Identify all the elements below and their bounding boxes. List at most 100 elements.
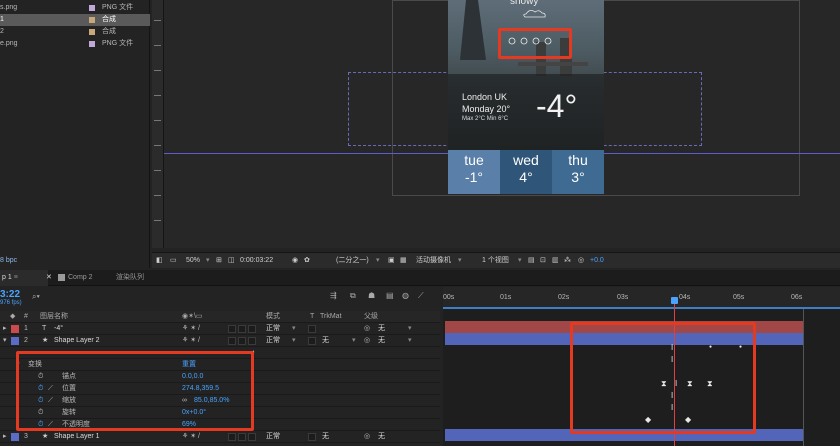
draft-3d-icon[interactable]: ⧉ <box>350 291 356 301</box>
blend-mode-dropdown[interactable]: 正常 <box>266 335 280 347</box>
blend-mode-dropdown[interactable]: 正常 <box>266 431 280 443</box>
switch-box[interactable] <box>248 433 256 441</box>
close-icon[interactable]: ✕ <box>46 270 52 286</box>
motion-blur-icon[interactable]: ◍ <box>402 291 409 300</box>
frame-blending-icon[interactable]: ▤ <box>386 291 394 300</box>
tab-comp-2[interactable]: Comp 2 <box>58 270 93 286</box>
pickwhip-icon[interactable]: ◎ <box>364 431 370 443</box>
chevron-right-icon[interactable]: ▸ <box>3 431 7 443</box>
trkmat-dropdown[interactable]: 无 <box>322 335 329 347</box>
chevron-down-icon[interactable]: ▾ <box>206 253 210 269</box>
label-color-chip[interactable] <box>11 433 19 441</box>
chevron-right-icon[interactable]: ▸ <box>3 323 7 335</box>
forecast-row: tue -1° wed 4° thu 3° <box>448 150 604 194</box>
monitor-icon[interactable]: ▭ <box>170 253 177 269</box>
region-icon[interactable]: ▣ <box>388 253 395 269</box>
exposure-reset-icon[interactable]: ◎ <box>578 253 584 269</box>
preserve-transparency-checkbox[interactable] <box>308 337 316 345</box>
layer-name[interactable]: Shape Layer 2 <box>54 335 100 347</box>
highlight-box <box>498 28 572 59</box>
text-layer-icon: T <box>42 325 47 332</box>
snapshot-icon[interactable]: ◉ <box>292 253 298 269</box>
tab-comp-1[interactable]: p 1 ≡ <box>0 270 48 286</box>
tab-render-queue[interactable]: 渲染队列 <box>116 270 144 286</box>
forecast-day: thu 3° <box>552 150 604 194</box>
grid-icon[interactable]: ⊞ <box>216 253 222 269</box>
timeline-icon[interactable]: ▥ <box>552 253 559 269</box>
layer-switches[interactable]: ⚘ ✶ / <box>182 431 200 443</box>
layer-row[interactable]: ▸ 1 T -4° ⚘ ✶ / 正常 ▾ ◎ 无 ▾ <box>0 323 440 335</box>
chevron-down-icon: ▾ <box>458 257 462 264</box>
switch-box[interactable] <box>228 337 236 345</box>
fast-preview-icon[interactable]: ⊡ <box>540 253 546 269</box>
pickwhip-icon[interactable]: ◎ <box>364 323 370 335</box>
switch-box[interactable] <box>238 433 246 441</box>
mask-icon[interactable]: ◫ <box>228 253 235 269</box>
project-panel: s.png PNG 文件 1 合成 2 合成 e.png PNG 文件 8 bp… <box>0 0 150 268</box>
label-color-chip[interactable] <box>11 325 19 333</box>
camera-dropdown[interactable]: 活动摄像机 <box>416 253 451 269</box>
current-time[interactable]: 3:22 <box>0 289 20 300</box>
layer-switches[interactable]: ⚘ ✶ / <box>182 323 200 335</box>
parent-dropdown[interactable]: 无 <box>378 323 385 335</box>
label-color-chip[interactable] <box>11 337 19 345</box>
shy-layers-icon[interactable]: ☗ <box>368 291 375 300</box>
layer-row[interactable]: ▾ 2 ★ Shape Layer 2 ⚘ ✶ / 正常 ▾ 无 ▾ ◎ 无 ▾ <box>0 335 440 347</box>
switch-box[interactable] <box>248 325 256 333</box>
zoom-dropdown[interactable]: 50% <box>186 253 200 269</box>
forecast-day: tue -1° <box>448 150 500 194</box>
time-ruler[interactable]: 00s 01s 02s 03s 04s 05s 06s <box>443 287 840 309</box>
playhead-handle[interactable] <box>671 297 678 304</box>
date-label: Monday 20° <box>462 104 511 114</box>
column-layer-name[interactable]: 图层名称 <box>40 311 68 323</box>
switch-box[interactable] <box>238 325 246 333</box>
switch-box[interactable] <box>228 325 236 333</box>
bit-depth-button[interactable]: 8 bpc <box>0 257 17 264</box>
column-mode: 模式 <box>266 313 280 320</box>
layer-name[interactable]: Shape Layer 1 <box>54 431 100 443</box>
preserve-transparency-checkbox[interactable] <box>308 325 316 333</box>
forecast-day: wed 4° <box>500 150 552 194</box>
label-color-chip <box>89 41 95 47</box>
chevron-down-icon[interactable]: ▾ <box>3 335 7 347</box>
layer-row[interactable]: ▸ 3 ★ Shape Layer 1 ⚘ ✶ / 正常 无 ◎ 无 <box>0 431 440 443</box>
blend-mode-dropdown[interactable]: 正常 <box>266 323 280 335</box>
layer-switches[interactable]: ⚘ ✶ / <box>182 335 200 347</box>
layout-icon[interactable]: ▤ <box>528 253 535 269</box>
search-input[interactable]: ⌕▾ <box>32 292 72 302</box>
pickwhip-icon[interactable]: ◎ <box>364 335 370 347</box>
project-item[interactable]: 1 合成 <box>0 14 150 26</box>
transparency-grid-icon[interactable]: ▦ <box>400 253 407 269</box>
graph-editor-icon[interactable]: ⟋ <box>418 291 424 301</box>
flowchart-icon[interactable]: ⁂ <box>564 253 571 269</box>
viewer-toolbar: ◧ ▭ 50% ▾ ⊞ ◫ 0:00:03:22 ◉ ✿ (二分之一) ▾ ▣ … <box>152 252 840 268</box>
city-photo: snowy London UK Monday 20° Max 2°C Min 6… <box>448 0 604 150</box>
timeline-tracks[interactable]: 00s 01s 02s 03s 04s 05s 06s I ● ● I ⧗ I … <box>443 287 840 446</box>
layer-name[interactable]: -4° <box>54 323 63 335</box>
project-item[interactable]: s.png PNG 文件 <box>0 2 150 14</box>
composition-mini-flowchart-icon[interactable]: ⇶ <box>330 291 337 300</box>
label-color-chip <box>89 29 95 35</box>
minmax-label: Max 2°C Min 6°C <box>462 116 509 122</box>
column-parent: 父级 <box>364 313 378 320</box>
exposure-value[interactable]: +0.0 <box>590 253 604 269</box>
cloud-icon <box>523 10 546 18</box>
always-preview-icon[interactable]: ◧ <box>156 253 163 269</box>
switch-box[interactable] <box>248 337 256 345</box>
parent-dropdown[interactable]: 无 <box>378 431 385 443</box>
trkmat-dropdown[interactable]: 无 <box>322 431 329 443</box>
resolution-dropdown[interactable]: (二分之一) <box>336 253 369 269</box>
project-item[interactable]: e.png PNG 文件 <box>0 38 150 50</box>
switch-box[interactable] <box>228 433 236 441</box>
project-item[interactable]: 2 合成 <box>0 26 150 38</box>
chevron-down-icon: ▾ <box>408 337 412 344</box>
switch-box[interactable] <box>238 337 246 345</box>
timecode-display[interactable]: 0:00:03:22 <box>240 253 273 269</box>
frame-rate-label: 976 fps) <box>0 300 22 306</box>
preserve-transparency-checkbox[interactable] <box>308 433 316 441</box>
column-trkmat: TrkMat <box>320 313 342 320</box>
channel-icon[interactable]: ✿ <box>304 253 310 269</box>
views-dropdown[interactable]: 1 个视图 <box>482 253 509 269</box>
work-area-bar[interactable] <box>443 307 840 309</box>
parent-dropdown[interactable]: 无 <box>378 335 385 347</box>
